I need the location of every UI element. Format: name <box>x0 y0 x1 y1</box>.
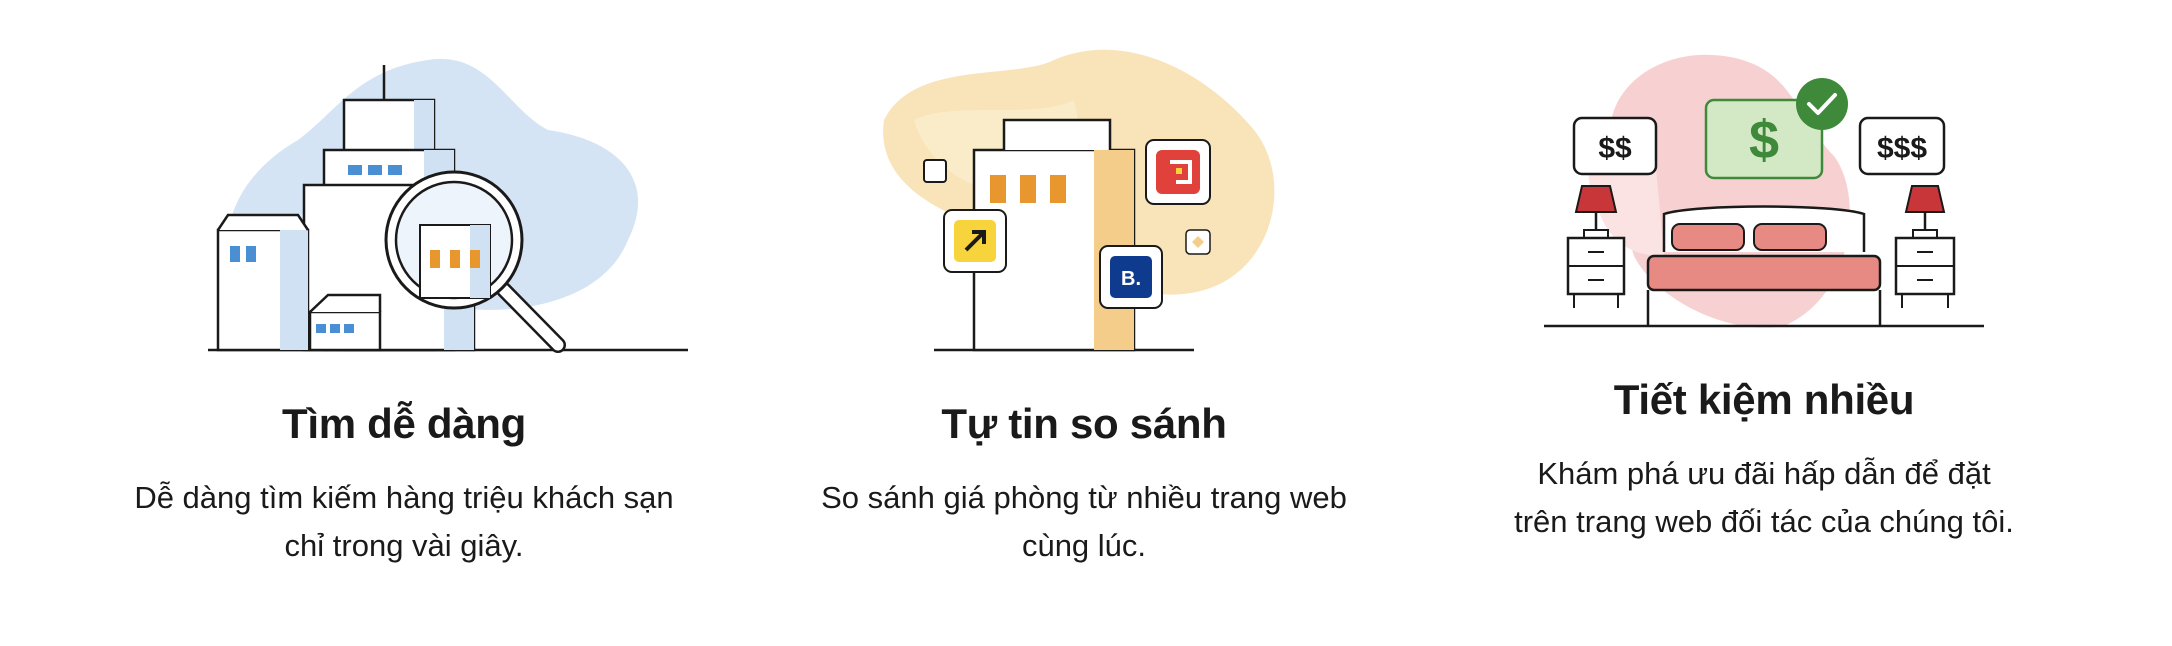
feature-title: Tìm dễ dàng <box>281 400 527 447</box>
feature-description: So sánh giá phòng từ nhiều trang web cùn… <box>821 480 1347 563</box>
arrow-app-icon <box>943 209 1007 273</box>
feature-description: Khám phá ưu đãi hấp dẫn để đặt trên tran… <box>1514 456 2014 539</box>
feature-title: Tự tin so sánh <box>941 400 1227 447</box>
red-app-icon <box>1145 139 1211 205</box>
save-money-bedroom-illustration: $$ $ $$$ <box>1544 54 1984 328</box>
price-tag-high: $$$ <box>1858 116 1946 176</box>
check-icon <box>1796 78 1848 130</box>
price-tag-high-text: $$$ <box>1877 132 1927 165</box>
feature-description: Dễ dàng tìm kiếm hàng triệu khách sạn ch… <box>134 480 674 563</box>
booking-letter: B. <box>1121 268 1141 290</box>
price-tag-low-text: $$ <box>1598 132 1632 165</box>
price-tag-low: $$ <box>1572 116 1658 176</box>
feature-save-more: $$ $ $$$ Tiết kiệm nhiều Khám phá ưu đãi… <box>1424 0 2104 600</box>
price-tag-mid-text: $ <box>1749 110 1779 170</box>
city-search-illustration <box>208 58 688 353</box>
lamp-right-icon <box>1894 185 1956 308</box>
booking-app-icon: B. <box>1099 245 1163 309</box>
feature-easy-search: Tìm dễ dàng Dễ dàng tìm kiếm hàng triệu … <box>64 0 744 600</box>
feature-title: Tiết kiệm nhiều <box>1613 376 1915 423</box>
compare-websites-illustration: B. <box>883 49 1275 352</box>
feature-confident-compare: B. Tự tin so sánh So sánh giá phòng từ n… <box>744 0 1424 600</box>
